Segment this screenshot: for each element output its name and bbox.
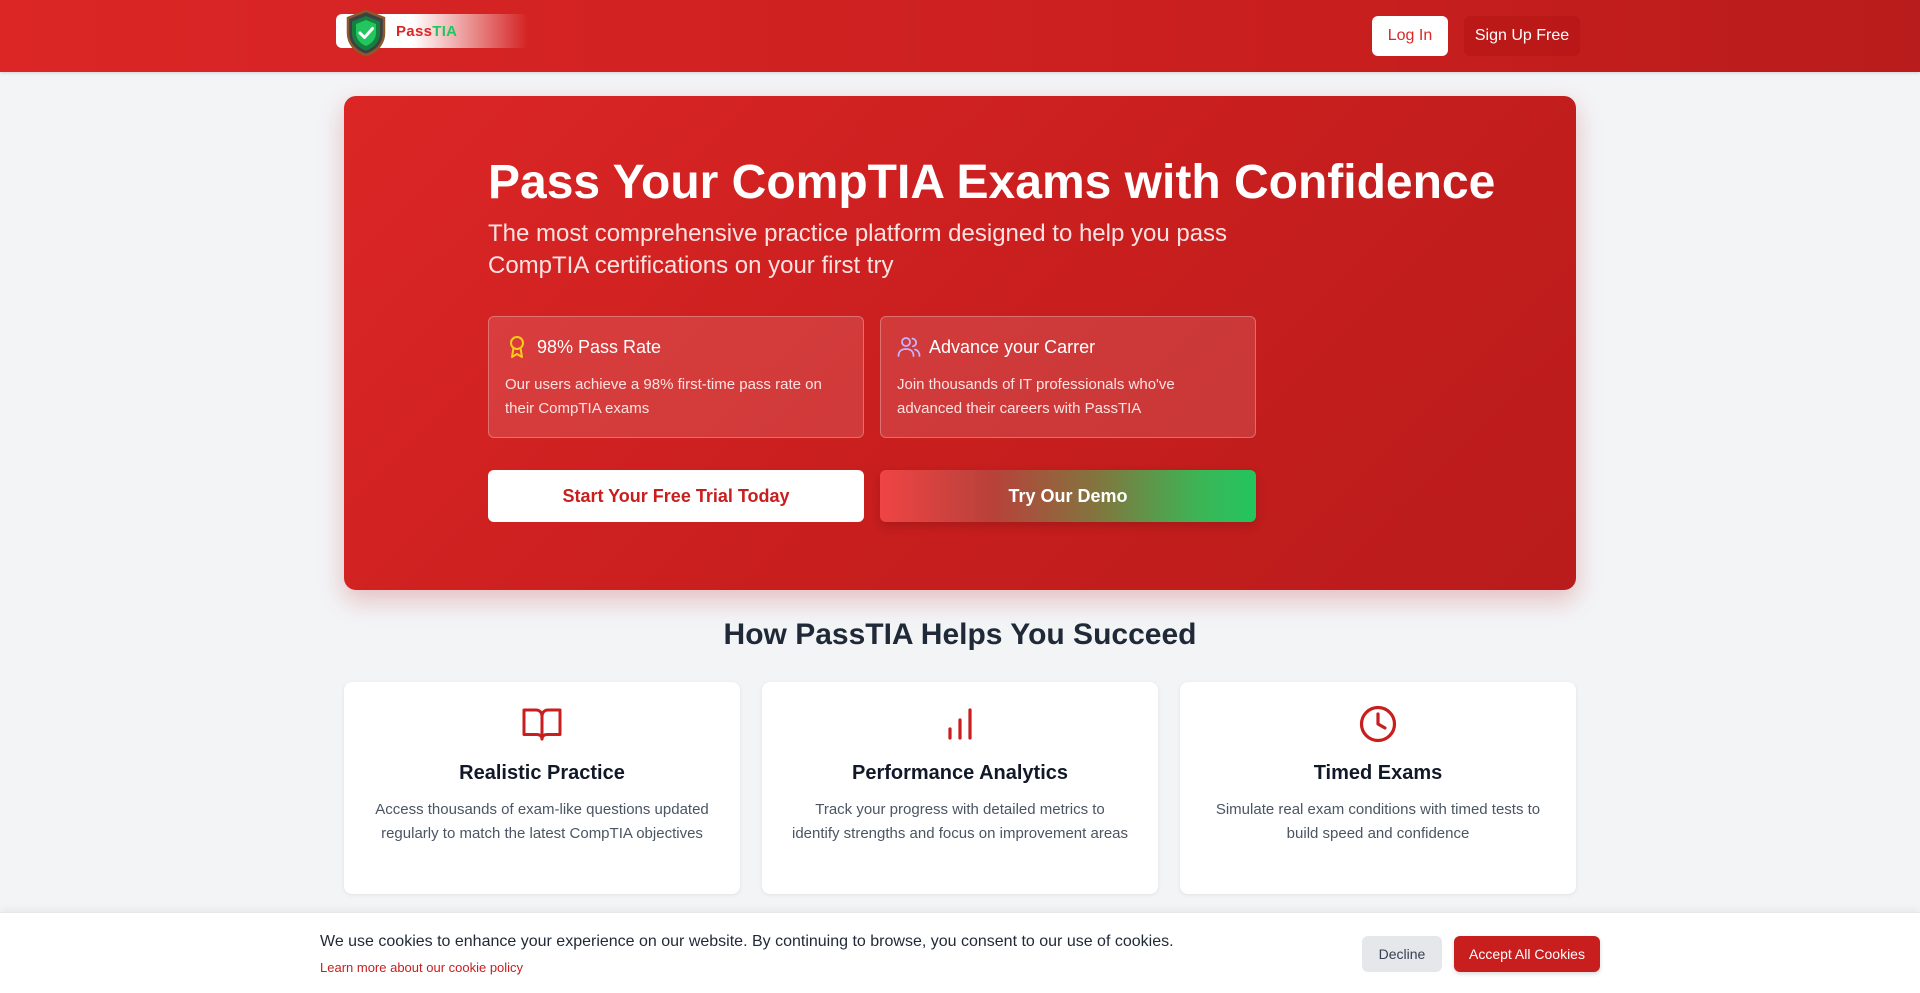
decline-cookies-button[interactable]: Decline (1362, 936, 1442, 972)
logo-wordmark: PassTIA (396, 23, 458, 40)
card-description: Access thousands of exam-like questions … (375, 801, 709, 842)
accept-cookies-button[interactable]: Accept All Cookies (1454, 936, 1600, 972)
award-icon (505, 335, 529, 359)
card-title: Performance Analytics (851, 762, 1068, 784)
feature-card-career: Advance your Carrer Join thousands of IT… (880, 316, 1256, 438)
shield-check-icon (346, 9, 386, 57)
cookie-banner: We use cookies to enhance your experienc… (0, 912, 1920, 993)
feature-description: Join thousands of IT professionals who'v… (897, 376, 1175, 417)
login-button[interactable]: Log In (1372, 16, 1448, 56)
clock-icon (1358, 704, 1398, 744)
feature-card-realistic-practice: Realistic Practice Access thousands of e… (344, 682, 740, 894)
bar-chart-icon (940, 704, 980, 744)
book-open-icon (522, 704, 562, 744)
cookie-policy-link[interactable]: Learn more about our cookie policy (320, 960, 523, 975)
section-title: How PassTIA Helps You Succeed (723, 618, 1197, 651)
card-description: Track your progress with detailed metric… (791, 801, 1128, 842)
start-free-trial-button[interactable]: Start Your Free Trial Today (488, 470, 864, 522)
hero-banner: Pass Your CompTIA Exams with Confidence … (344, 96, 1576, 590)
card-description: Simulate real exam conditions with timed… (1215, 801, 1541, 842)
signup-button[interactable]: Sign Up Free (1464, 16, 1580, 56)
logo[interactable]: PassTIA (336, 9, 528, 57)
hero-title: Pass Your CompTIA Exams with Confidence (488, 156, 1496, 209)
feature-card-performance-analytics: Performance Analytics Track your progres… (762, 682, 1158, 894)
card-title: Timed Exams (1313, 762, 1443, 784)
card-title: Realistic Practice (459, 762, 625, 784)
cookie-message: We use cookies to enhance your experienc… (320, 933, 1174, 950)
try-demo-button[interactable]: Try Our Demo (880, 470, 1256, 522)
feature-description: Our users achieve a 98% first-time pass … (505, 376, 822, 417)
users-icon (897, 335, 921, 359)
feature-card-pass-rate: 98% Pass Rate Our users achieve a 98% fi… (488, 316, 864, 438)
hero-subtitle: The most comprehensive practice platform… (488, 220, 1228, 279)
feature-title: Advance your Carrer (929, 336, 1096, 357)
feature-card-timed-exams: Timed Exams Simulate real exam condition… (1180, 682, 1576, 894)
top-navbar: PassTIA Log In Sign Up Free (0, 0, 1920, 72)
feature-title: 98% Pass Rate (537, 336, 662, 357)
